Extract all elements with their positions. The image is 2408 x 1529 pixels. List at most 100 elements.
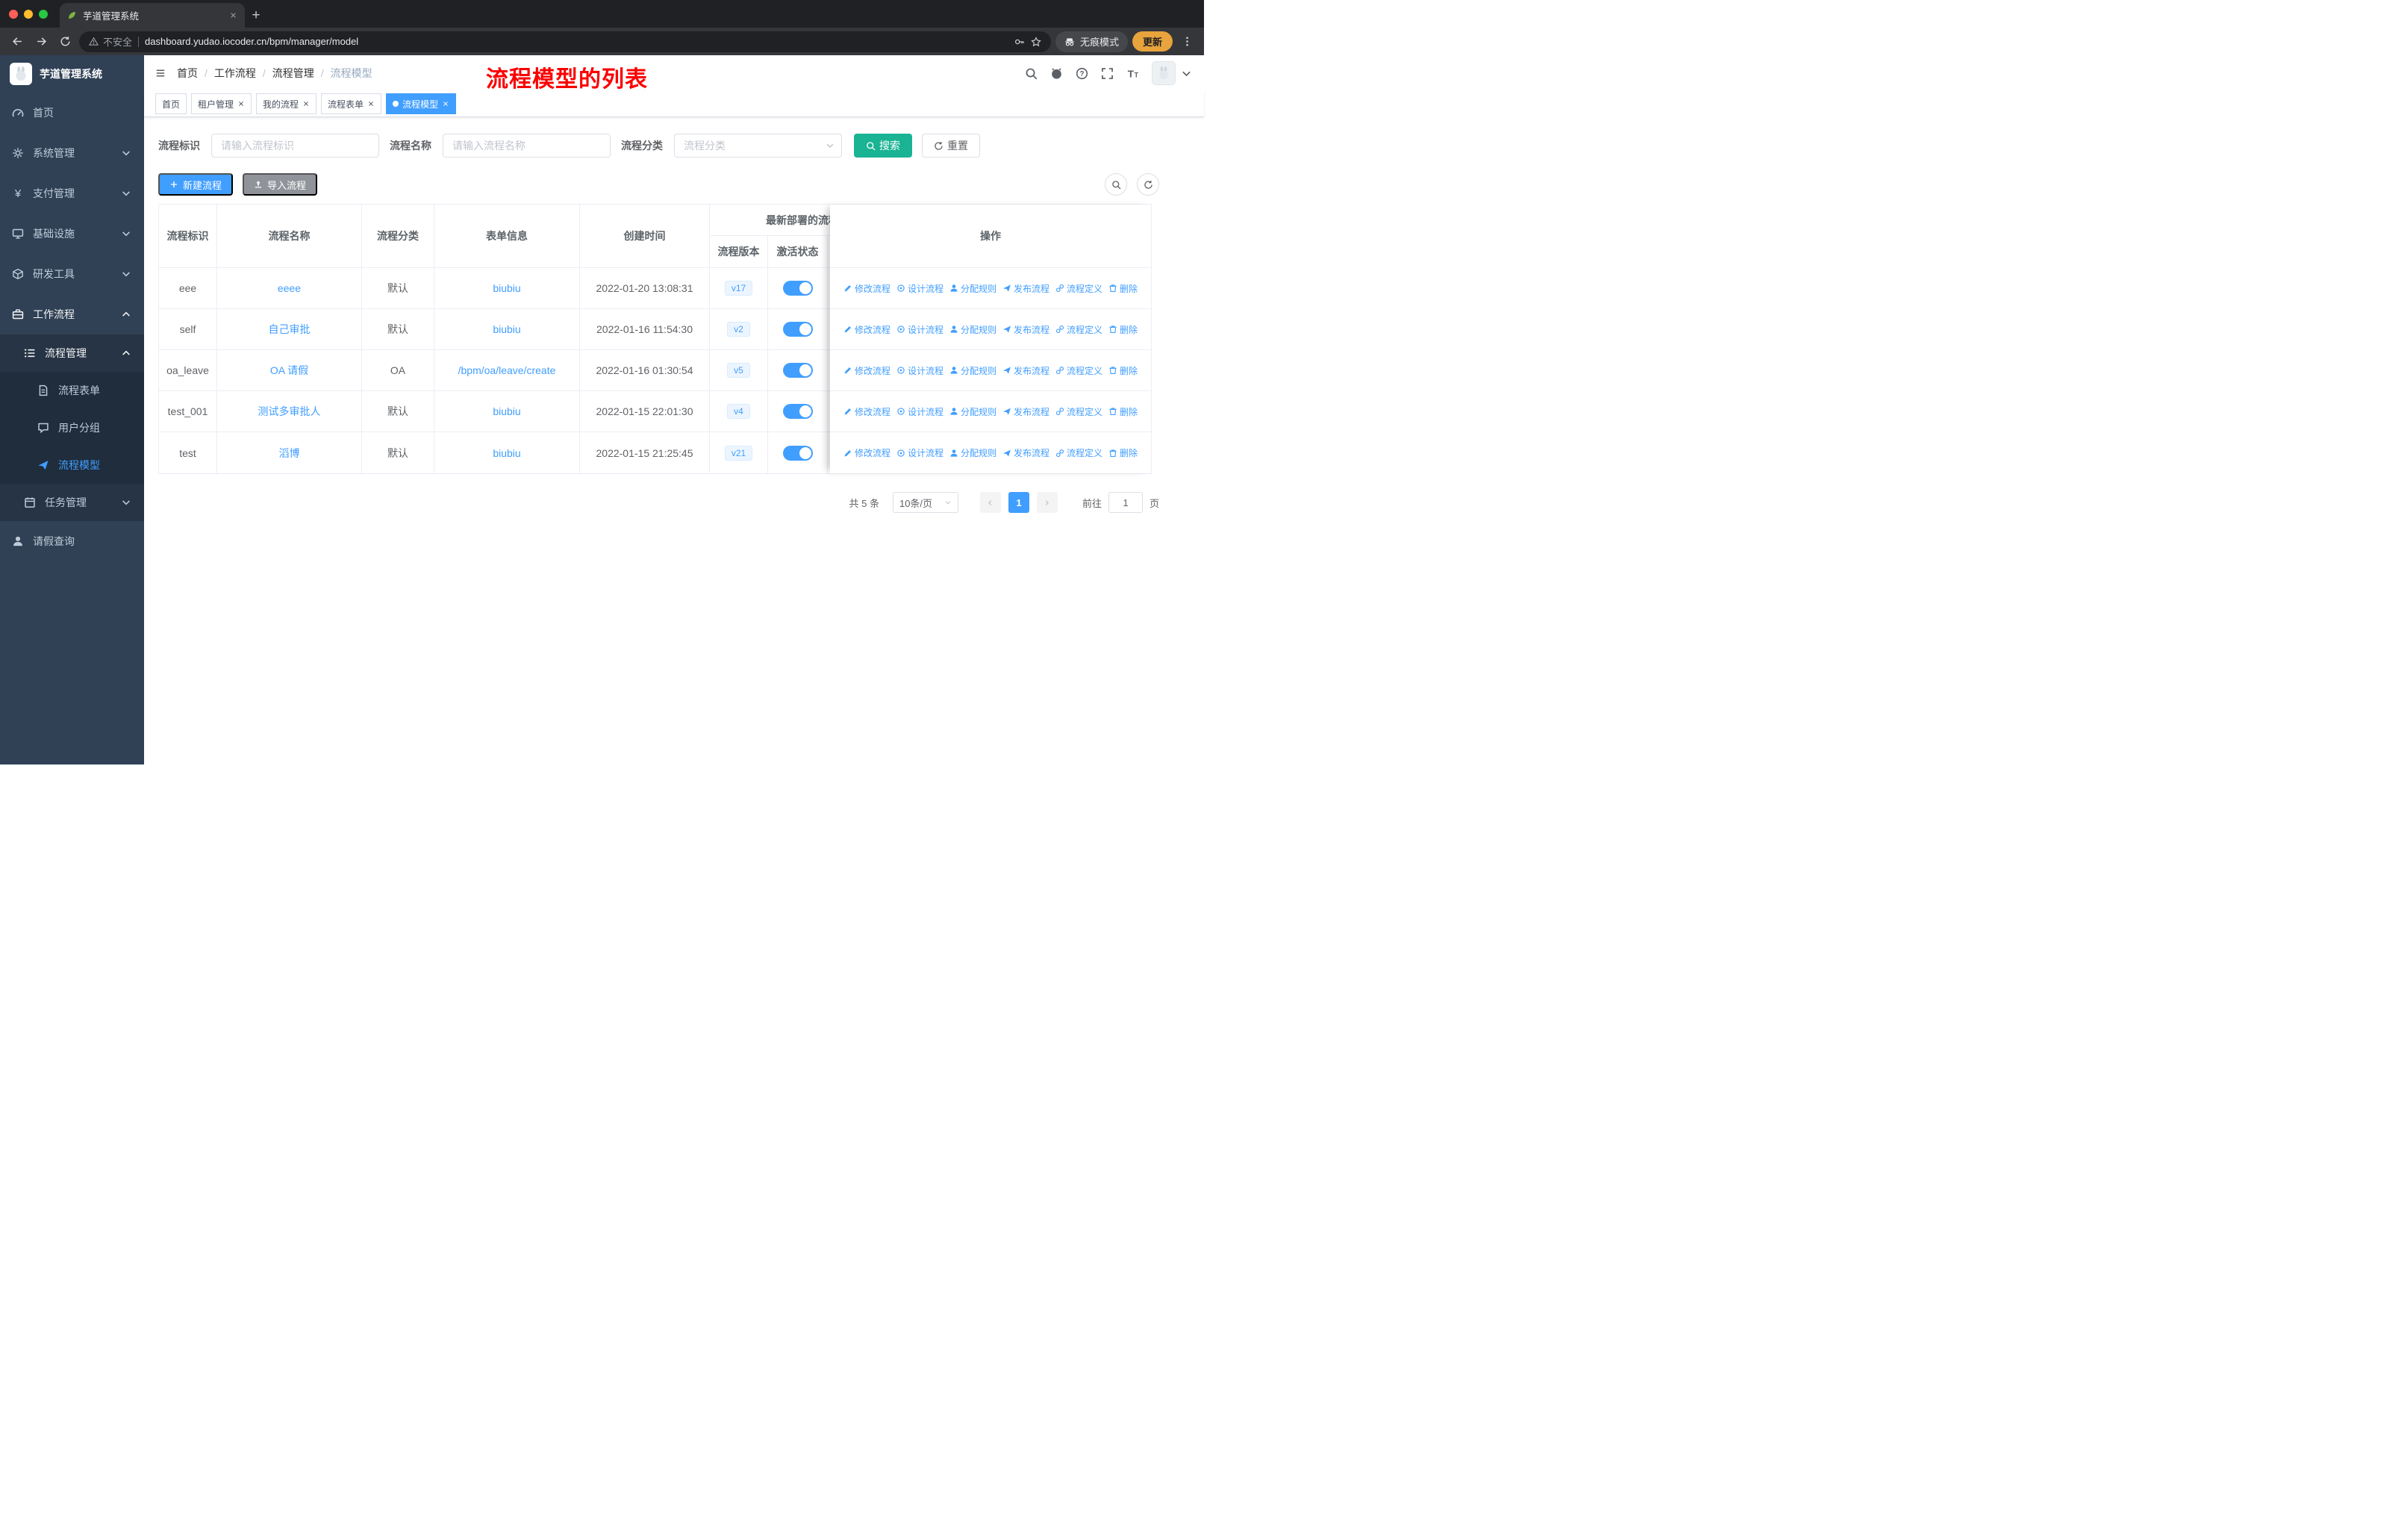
active-toggle[interactable] [782, 322, 813, 337]
close-icon[interactable] [367, 100, 375, 108]
refresh-table-button[interactable] [1137, 173, 1159, 196]
active-toggle[interactable] [782, 363, 813, 378]
process-definition-link[interactable]: 流程定义 [1055, 446, 1102, 459]
help-icon[interactable] [1076, 67, 1088, 80]
process-name-link[interactable]: eeee [278, 282, 301, 294]
delete-process-link[interactable]: 删除 [1108, 405, 1138, 418]
process-category-select[interactable]: 流程分类 [674, 134, 842, 158]
address-bar[interactable]: 不安全 dashboard.yudao.iocoder.cn/bpm/manag… [79, 31, 1051, 52]
close-icon[interactable] [237, 100, 245, 108]
tag-tenant-management[interactable]: 租户管理 [191, 93, 252, 114]
tag-process-model[interactable]: 流程模型 [386, 93, 457, 114]
security-indicator[interactable]: 不安全 [89, 34, 132, 49]
prev-page-button[interactable] [979, 492, 1001, 513]
sidebar-item-home[interactable]: 首页 [0, 93, 144, 133]
form-info-link[interactable]: biubiu [493, 323, 520, 335]
breadcrumb-process-management[interactable]: 流程管理 [272, 66, 314, 81]
github-icon[interactable] [1050, 67, 1063, 80]
sidebar-item-devtools[interactable]: 研发工具 [0, 254, 144, 294]
bookmark-star-icon[interactable] [1031, 37, 1041, 47]
form-info-link[interactable]: biubiu [493, 405, 520, 417]
active-toggle[interactable] [782, 281, 813, 296]
form-info-link[interactable]: /bpm/oa/leave/create [458, 364, 556, 376]
process-name-link[interactable]: 滔博 [279, 446, 300, 461]
sidebar-item-payment[interactable]: ¥ 支付管理 [0, 173, 144, 214]
publish-process-link[interactable]: 发布流程 [1002, 364, 1049, 377]
delete-process-link[interactable]: 删除 [1108, 282, 1138, 295]
create-process-button[interactable]: 新建流程 [158, 173, 234, 196]
process-definition-link[interactable]: 流程定义 [1055, 364, 1102, 377]
breadcrumb-workflow[interactable]: 工作流程 [214, 66, 256, 81]
edit-process-link[interactable]: 修改流程 [843, 323, 890, 336]
close-icon[interactable] [302, 100, 310, 108]
window-minimize-button[interactable] [24, 9, 33, 19]
assign-rule-link[interactable]: 分配规则 [949, 323, 996, 336]
search-button[interactable]: 搜索 [854, 134, 912, 158]
edit-process-link[interactable]: 修改流程 [843, 364, 890, 377]
design-process-link[interactable]: 设计流程 [896, 446, 943, 459]
browser-tab[interactable]: 芋道管理系统 [60, 3, 245, 28]
sidebar-item-process-form[interactable]: 流程表单 [0, 372, 144, 409]
sidebar-item-workflow[interactable]: 工作流程 [0, 294, 144, 334]
active-toggle[interactable] [782, 404, 813, 419]
window-zoom-button[interactable] [39, 9, 48, 19]
assign-rule-link[interactable]: 分配规则 [949, 282, 996, 295]
sidebar-collapse-icon[interactable] [155, 68, 166, 78]
user-avatar-menu[interactable] [1152, 61, 1193, 85]
fullscreen-icon[interactable] [1101, 67, 1114, 80]
tab-close-icon[interactable] [229, 11, 237, 19]
toggle-search-button[interactable] [1105, 173, 1127, 196]
assign-rule-link[interactable]: 分配规则 [949, 405, 996, 418]
process-definition-link[interactable]: 流程定义 [1055, 405, 1102, 418]
sidebar-item-infra[interactable]: 基础设施 [0, 214, 144, 254]
design-process-link[interactable]: 设计流程 [896, 282, 943, 295]
sidebar-item-leave-query[interactable]: 请假查询 [0, 521, 144, 561]
form-info-link[interactable]: biubiu [493, 447, 520, 459]
forward-button[interactable] [31, 32, 51, 52]
process-definition-link[interactable]: 流程定义 [1055, 282, 1102, 295]
sidebar-item-task-management[interactable]: 任务管理 [0, 484, 144, 521]
form-info-link[interactable]: biubiu [493, 282, 520, 294]
sidebar-item-user-group[interactable]: 用户分组 [0, 409, 144, 446]
import-process-button[interactable]: 导入流程 [243, 173, 318, 196]
process-name-input[interactable] [443, 134, 611, 158]
process-name-link[interactable]: 自己审批 [269, 322, 311, 337]
tag-process-form[interactable]: 流程表单 [321, 93, 382, 114]
sidebar-item-process-model[interactable]: 流程模型 [0, 446, 144, 484]
page-size-select[interactable]: 10条/页 [892, 492, 958, 513]
reload-button[interactable] [55, 32, 75, 52]
tag-my-process[interactable]: 我的流程 [256, 93, 317, 114]
assign-rule-link[interactable]: 分配规则 [949, 446, 996, 459]
delete-process-link[interactable]: 删除 [1108, 364, 1138, 377]
publish-process-link[interactable]: 发布流程 [1002, 323, 1049, 336]
delete-process-link[interactable]: 删除 [1108, 446, 1138, 459]
sidebar-logo[interactable]: 芋道管理系统 [0, 55, 144, 93]
assign-rule-link[interactable]: 分配规则 [949, 364, 996, 377]
chrome-update-button[interactable]: 更新 [1132, 31, 1173, 52]
publish-process-link[interactable]: 发布流程 [1002, 405, 1049, 418]
sidebar-item-system[interactable]: 系统管理 [0, 133, 144, 173]
edit-process-link[interactable]: 修改流程 [843, 405, 890, 418]
publish-process-link[interactable]: 发布流程 [1002, 446, 1049, 459]
breadcrumb-home[interactable]: 首页 [177, 66, 198, 81]
close-icon[interactable] [442, 100, 449, 108]
page-number-1[interactable]: 1 [1008, 492, 1029, 513]
edit-process-link[interactable]: 修改流程 [843, 446, 890, 459]
process-key-input[interactable] [211, 134, 379, 158]
process-definition-link[interactable]: 流程定义 [1055, 323, 1102, 336]
active-toggle[interactable] [782, 445, 813, 461]
design-process-link[interactable]: 设计流程 [896, 405, 943, 418]
back-button[interactable] [7, 32, 27, 52]
delete-process-link[interactable]: 删除 [1108, 323, 1138, 336]
next-page-button[interactable] [1036, 492, 1058, 513]
password-key-icon[interactable] [1014, 37, 1025, 47]
font-size-icon[interactable] [1126, 67, 1139, 80]
new-tab-button[interactable]: + [245, 3, 267, 28]
sidebar-item-process-management[interactable]: 流程管理 [0, 334, 144, 372]
search-icon[interactable] [1025, 67, 1038, 80]
publish-process-link[interactable]: 发布流程 [1002, 282, 1049, 295]
design-process-link[interactable]: 设计流程 [896, 364, 943, 377]
goto-page-input[interactable] [1108, 492, 1143, 513]
reset-button[interactable]: 重置 [922, 134, 980, 158]
edit-process-link[interactable]: 修改流程 [843, 282, 890, 295]
